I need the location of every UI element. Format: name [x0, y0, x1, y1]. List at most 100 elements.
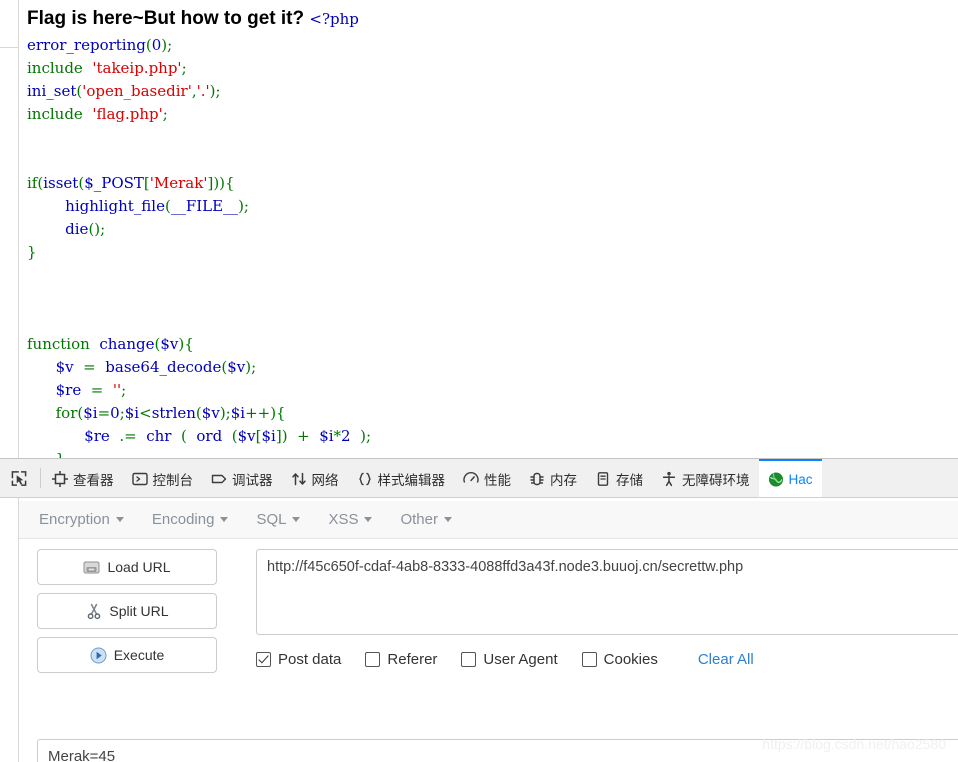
performance-icon [463, 471, 479, 487]
execute-button[interactable]: Execute [37, 637, 217, 673]
code-token: ; [162, 105, 168, 123]
devtools-tab-debugger[interactable]: 调试器 [202, 459, 282, 497]
page-left-rule [18, 0, 19, 458]
element-picker-icon [11, 470, 27, 486]
hackbar-menu-encryption[interactable]: Encryption [39, 511, 124, 528]
code-token: } [27, 243, 37, 261]
devtools-tab-label: 样式编辑器 [377, 473, 446, 488]
devtools-tab-inspector[interactable]: 查看器 [43, 459, 123, 497]
button-label: Split URL [109, 603, 169, 619]
code-token: 2 [341, 427, 351, 445]
checkbox-label: User Agent [483, 651, 558, 668]
devtools-tab-accessibility[interactable]: 无障碍环境 [652, 459, 759, 497]
hackbar-menu-label: Encryption [39, 511, 110, 528]
devtools-tab-hackbar-globe[interactable]: Hac [758, 459, 822, 497]
code-token: change [99, 335, 155, 353]
hackbar-url-section: http://f45c650f-cdaf-4ab8-8333-4088ffd3a… [256, 549, 958, 668]
code-token: $i [261, 427, 276, 445]
devtools-tab-label: 查看器 [73, 473, 114, 488]
load-url-button[interactable]: Load URL [37, 549, 217, 585]
devtools-tab-performance[interactable]: 性能 [454, 459, 520, 497]
screenshot-root: Flag is here~But how to get it? <?php er… [0, 0, 958, 762]
checkbox-box[interactable] [256, 652, 271, 667]
hackbar-action-buttons: Load URL Split URL Execute [37, 549, 217, 681]
checkbox-label: Cookies [603, 651, 658, 668]
scissors-icon [85, 603, 102, 620]
code-token: $re [55, 381, 82, 399]
code-token: ); [238, 197, 249, 215]
code-token: * [333, 427, 342, 445]
code-token: = [81, 381, 113, 399]
code-token: $v [55, 358, 74, 376]
code-token: if [27, 174, 38, 192]
play-icon [90, 647, 107, 664]
url-input[interactable]: http://f45c650f-cdaf-4ab8-8333-4088ffd3a… [256, 549, 958, 635]
devtools-tab-style-editor[interactable]: 样式编辑器 [348, 459, 455, 497]
hackbar-options-row: Post data Referer User Agent Cookies Clear A… [256, 651, 958, 668]
code-token: highlight_file [65, 197, 165, 215]
code-token: + [287, 427, 320, 445]
devtools-tab-label: Hac [788, 471, 813, 487]
devtools-tab-network[interactable]: 网络 [282, 459, 348, 497]
code-token: (); [88, 220, 106, 238]
code-token: ( [171, 427, 197, 445]
code-token: isset [43, 174, 79, 192]
devtools-tab-memory[interactable]: 内存 [520, 459, 586, 497]
checkbox-box[interactable] [461, 652, 477, 667]
memory-icon [529, 471, 545, 487]
hackbar-menu-sql[interactable]: SQL [256, 511, 301, 528]
code-token: $v [227, 358, 246, 376]
page-inner: Flag is here~But how to get it? <?php er… [27, 0, 958, 458]
devtools-tab-label: 调试器 [232, 473, 273, 488]
code-token: $i [124, 404, 140, 422]
csdn-watermark: https://blog.csdn.net/hao2580 [762, 736, 946, 752]
code-token: __FILE__ [170, 197, 239, 215]
code-token: ; [181, 59, 187, 77]
code-token: .= [109, 427, 147, 445]
hackbar-menu-label: SQL [256, 511, 287, 528]
code-token: } [56, 450, 66, 458]
devtools-tab-console[interactable]: 控制台 [123, 459, 203, 497]
checkbox-user-agent[interactable]: User Agent [461, 651, 558, 668]
checkbox-box[interactable] [365, 652, 381, 667]
code-token: $v [160, 335, 179, 353]
hackbar-menu-label: Other [400, 511, 438, 528]
code-token: ini_set [27, 82, 77, 100]
checkbox-box[interactable] [581, 652, 597, 667]
checkbox-post-data[interactable]: Post data [256, 651, 341, 668]
element-picker-button[interactable] [0, 459, 38, 497]
code-token: $re [84, 427, 110, 445]
checkbox-referer[interactable]: Referer [365, 651, 437, 668]
checkbox-cookies[interactable]: Cookies [581, 651, 658, 668]
code-token: ord [196, 427, 223, 445]
split-url-button[interactable]: Split URL [37, 593, 217, 629]
style-editor-icon [357, 471, 373, 487]
chevron-down-icon [364, 517, 373, 522]
clear-all-link[interactable]: Clear All [698, 651, 754, 668]
code-token: strlen [151, 404, 196, 422]
hackbar-menu-label: XSS [328, 511, 359, 528]
chevron-down-icon [115, 517, 124, 522]
checkbox-label: Referer [387, 651, 438, 668]
devtools-tab-label: 存储 [616, 473, 643, 488]
code-token: ]) [275, 427, 288, 445]
hackbar-menu-other[interactable]: Other [400, 511, 452, 528]
php-open-tag: <?php [309, 10, 359, 28]
hackbar-menu-xss[interactable]: XSS [328, 511, 373, 528]
hackbar-panel: Encryption Encoding SQL XSS Other Load URL Sp… [0, 498, 958, 762]
disk-icon [83, 559, 100, 576]
inspector-icon [52, 471, 68, 487]
code-token: = [73, 358, 106, 376]
code-token: ; [121, 381, 127, 399]
page-heading-text: Flag is here~But how to get it? [27, 8, 305, 29]
hackbar-menu-encoding[interactable]: Encoding [152, 511, 229, 528]
devtools-tab-storage[interactable]: 存储 [586, 459, 652, 497]
code-token: 'open_basedir' [82, 82, 192, 100]
code-token: $v [201, 404, 220, 422]
hackbar-menu-label: Encoding [151, 511, 215, 528]
